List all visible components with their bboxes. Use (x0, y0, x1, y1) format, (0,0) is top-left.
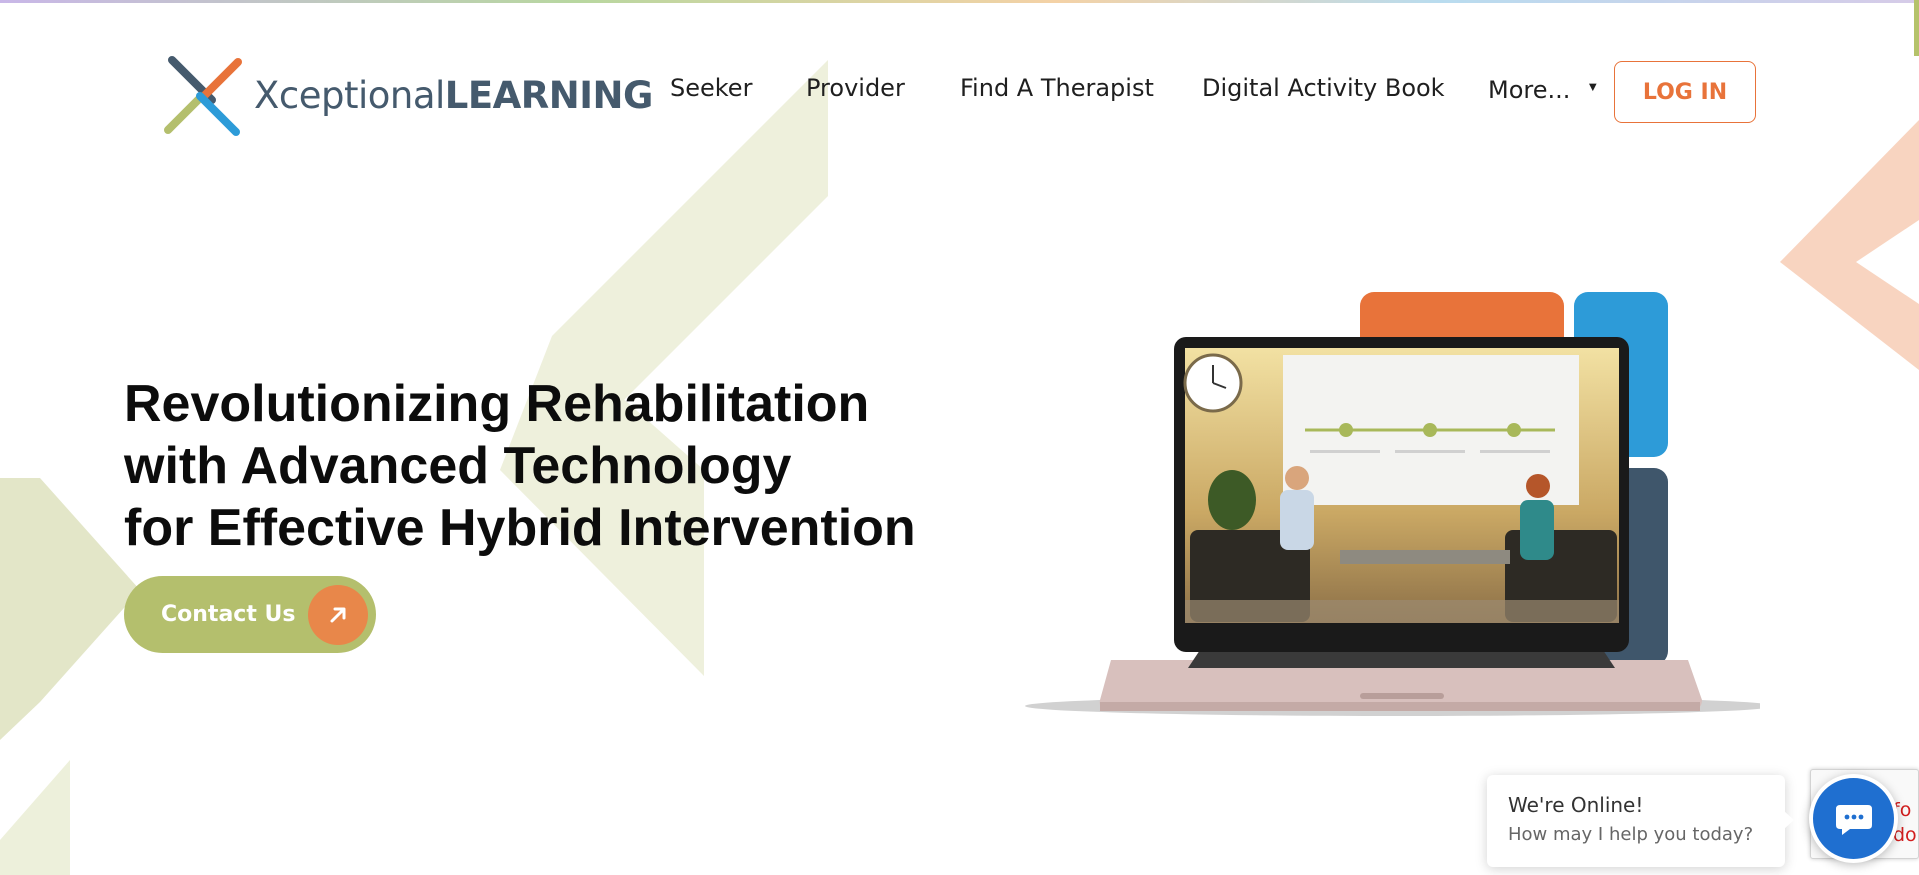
chat-bubble-icon (1835, 804, 1872, 835)
laptop-therapy-illustration (1025, 292, 1760, 716)
right-chevron-shape (1780, 120, 1919, 370)
nav-item-digital-activity-book[interactable]: Digital Activity Book (1202, 74, 1445, 102)
left-chevron-shape (0, 478, 140, 740)
logo-text-bold: LEARNING (444, 73, 654, 117)
chat-launcher-button[interactable] (1809, 774, 1898, 863)
contact-us-label: Contact Us (161, 602, 296, 627)
contact-us-button[interactable]: Contact Us (124, 576, 376, 653)
hero-title-line: with Advanced Technology (124, 437, 792, 495)
chat-greeting-subtitle: How may I help you today? (1508, 824, 1754, 845)
logo-x-icon (164, 56, 242, 136)
site-logo[interactable]: XceptionalLEARNING (160, 52, 653, 138)
logo-text-light: Xceptional (254, 73, 445, 117)
chat-greeting-title: We're Online! (1508, 793, 1644, 817)
hero-title-line: for Effective Hybrid Intervention (124, 499, 916, 557)
nav-item-more-dropdown[interactable]: More... ▼ (1488, 76, 1599, 104)
nav-more-label: More... (1488, 76, 1571, 104)
nav-item-provider[interactable]: Provider (806, 74, 905, 102)
logo-wordmark: XceptionalLEARNING (254, 74, 653, 117)
chat-greeting-bubble[interactable]: We're Online! How may I help you today? (1487, 775, 1794, 867)
chevron-down-icon: ▼ (1586, 78, 1600, 94)
hero-title: Revolutionizing Rehabilitation with Adva… (124, 373, 916, 559)
arrow-up-right-icon (308, 584, 368, 645)
nav-item-find-a-therapist[interactable]: Find A Therapist (960, 74, 1154, 102)
nav-item-seeker[interactable]: Seeker (670, 74, 752, 102)
hero-title-line: Revolutionizing Rehabilitation (124, 375, 870, 433)
login-button[interactable]: LOG IN (1614, 61, 1756, 123)
